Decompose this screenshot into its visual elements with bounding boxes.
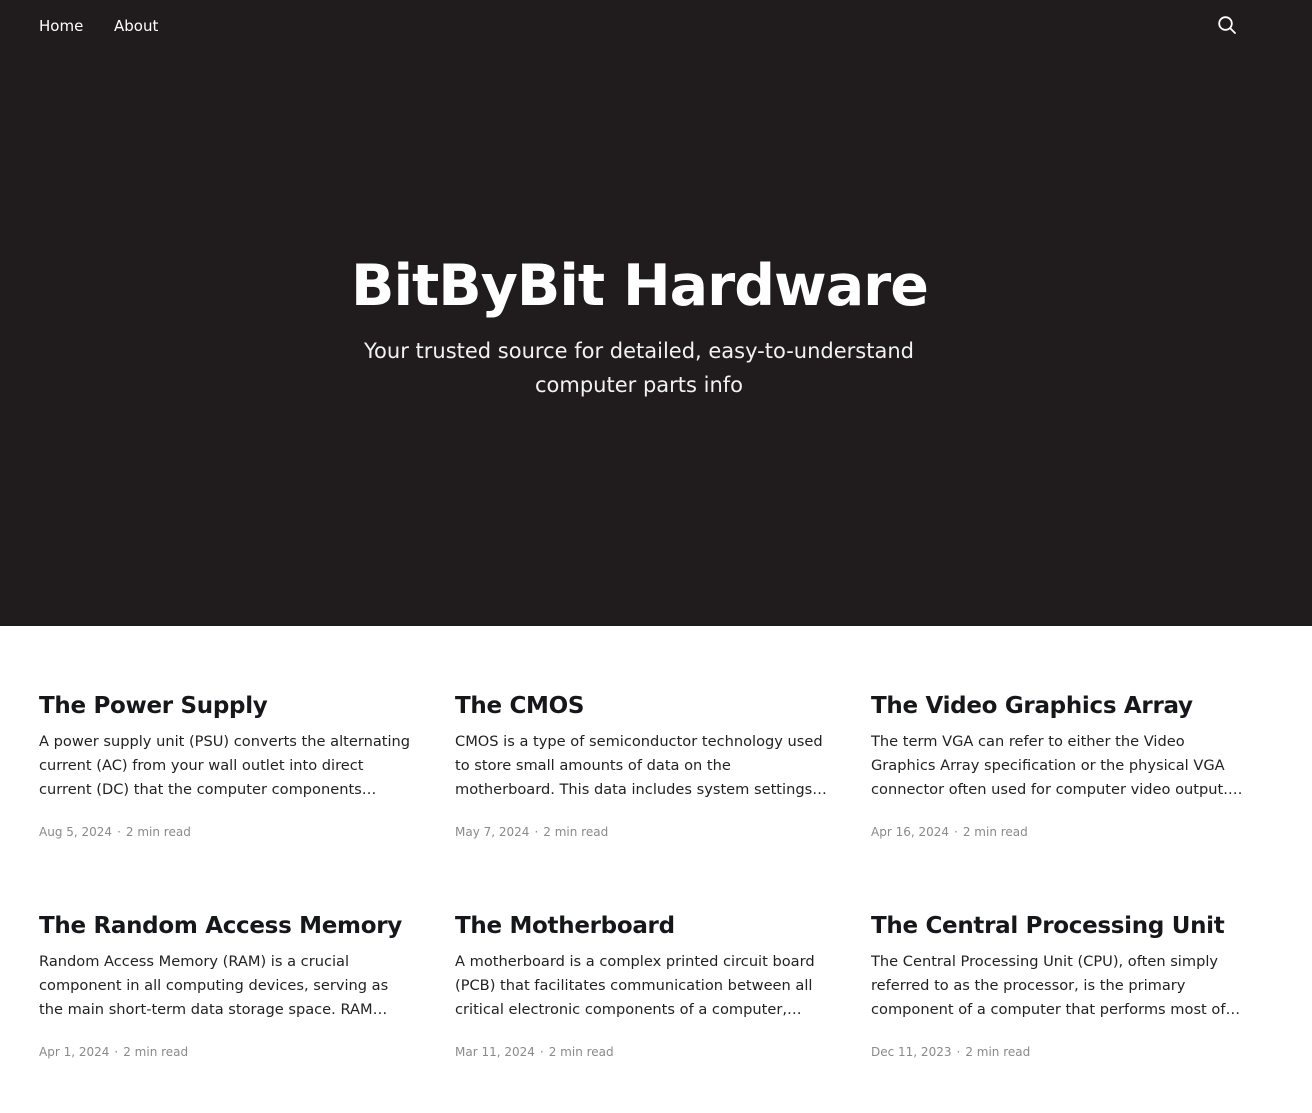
search-icon[interactable] [1216, 14, 1238, 36]
post-card[interactable]: The Central Processing Unit The Central … [871, 910, 1243, 1060]
meta-separator: · [114, 1045, 119, 1059]
post-card-title[interactable]: The Random Access Memory [39, 910, 411, 942]
nav-home-link[interactable]: Home [39, 16, 83, 36]
post-card-read-time: 2 min read [965, 1045, 1031, 1059]
post-card-read-time: 2 min read [125, 825, 191, 839]
post-card[interactable]: The CMOS CMOS is a type of semiconductor… [455, 690, 827, 840]
site-title: BitByBit Hardware [351, 253, 929, 319]
post-card-meta: Mar 11, 2024 · 2 min read [455, 1044, 827, 1060]
site-description: Your trusted source for detailed, easy-t… [364, 339, 914, 397]
meta-separator: · [539, 1045, 544, 1059]
main-nav: Home About [0, 0, 1312, 52]
post-card-read-time: 2 min read [548, 1045, 614, 1059]
post-card-excerpt: CMOS is a type of semiconductor technolo… [455, 733, 823, 798]
post-card-title[interactable]: The Video Graphics Array [871, 690, 1243, 722]
nav-about-link[interactable]: About [114, 16, 158, 36]
post-card-read-time: 2 min read [543, 825, 609, 839]
post-card-date: Dec 11, 2023 [871, 1045, 952, 1059]
post-card-meta: Aug 5, 2024 · 2 min read [39, 824, 411, 840]
post-card-read-time: 2 min read [123, 1045, 189, 1059]
post-card-meta: May 7, 2024 · 2 min read [455, 824, 827, 840]
post-card-title[interactable]: The Central Processing Unit [871, 910, 1243, 942]
post-card-meta: Apr 16, 2024 · 2 min read [871, 824, 1243, 840]
post-card-excerpt: A power supply unit (PSU) converts the a… [39, 733, 411, 798]
post-card-read-time: 2 min read [962, 825, 1028, 839]
post-card-excerpt: The term VGA can refer to either the Vid… [871, 733, 1228, 798]
post-card-date: May 7, 2024 [455, 825, 530, 839]
post-card[interactable]: The Random Access Memory Random Access M… [39, 910, 411, 1060]
meta-separator: · [954, 825, 958, 839]
post-card-meta: Apr 1, 2024 · 2 min read [39, 1044, 411, 1060]
post-card-date: Mar 11, 2024 [455, 1045, 535, 1059]
post-card-meta: Dec 11, 2023 · 2 min read [871, 1044, 1243, 1060]
post-card-excerpt: A motherboard is a complex printed circu… [455, 953, 815, 1018]
meta-separator: · [534, 825, 539, 839]
post-card[interactable]: The Motherboard A motherboard is a compl… [455, 910, 827, 1060]
post-card[interactable]: The Power Supply A power supply unit (PS… [39, 690, 411, 840]
post-card-date: Aug 5, 2024 [39, 825, 113, 839]
post-card-excerpt: The Central Processing Unit (CPU), often… [871, 953, 1241, 1018]
post-card-excerpt: Random Access Memory (RAM) is a crucial … [39, 953, 389, 1018]
post-card-date: Apr 1, 2024 [39, 1045, 110, 1059]
post-card-date: Apr 16, 2024 [871, 825, 950, 839]
post-card[interactable]: The Video Graphics Array The term VGA ca… [871, 690, 1243, 840]
meta-separator: · [117, 825, 121, 839]
post-card-title[interactable]: The Power Supply [39, 690, 411, 722]
post-card-title[interactable]: The CMOS [455, 690, 827, 722]
meta-separator: · [956, 1045, 961, 1059]
site-header: Home About BitByBit Hardware Your truste… [0, 0, 1312, 626]
post-card-title[interactable]: The Motherboard [455, 910, 827, 942]
